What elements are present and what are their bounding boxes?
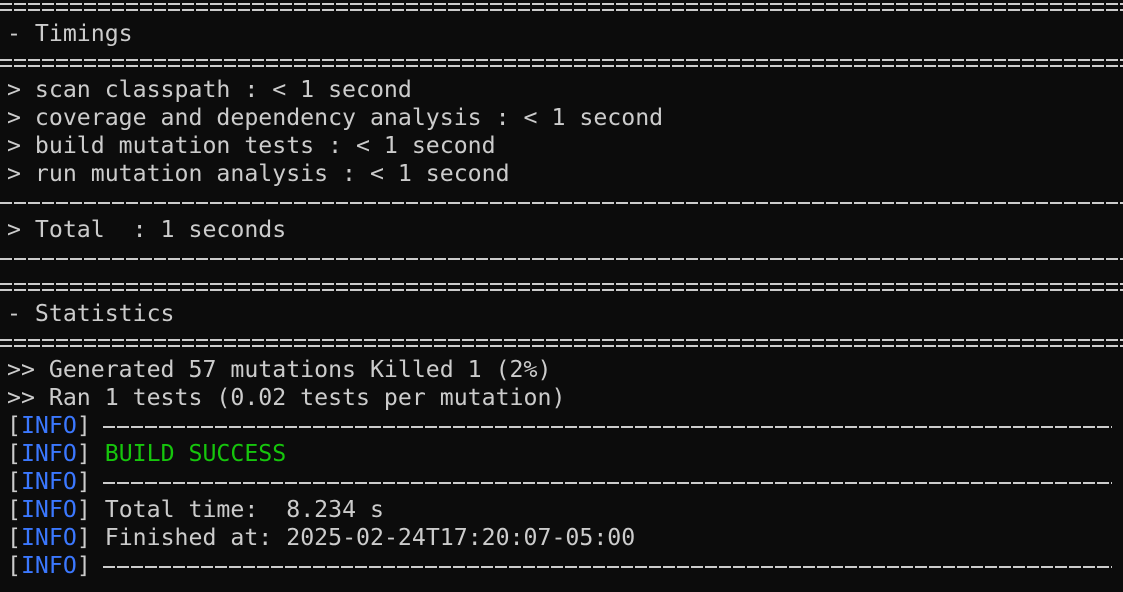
dash-rule: [0, 188, 1123, 216]
statistics-line: >> Generated 57 mutations Killed 1 (2%): [7, 356, 552, 383]
info-level: INFO: [20, 468, 77, 495]
total-time: Total time: 8.234 s: [104, 496, 384, 523]
terminal-output: - Timings > scan classpath : < 1 second …: [0, 0, 1123, 592]
info-build-status-line: [INFO] BUILD SUCCESS: [0, 440, 1123, 468]
info-level: INFO: [20, 524, 77, 551]
timing-line: > coverage and dependency analysis : < 1…: [7, 104, 664, 131]
info-total-time-line: [INFO] Total time: 8.234 s: [0, 496, 1123, 524]
info-separator-line: [INFO]: [0, 552, 1123, 580]
info-finished-at-line: [INFO] Finished at: 2025-02-24T17:20:07-…: [0, 524, 1123, 552]
info-tag: [INFO]: [7, 440, 91, 467]
finished-at: Finished at: 2025-02-24T17:20:07-05:00: [104, 524, 636, 551]
info-level: INFO: [20, 552, 77, 579]
timing-line: > build mutation tests : < 1 second: [7, 132, 496, 159]
info-tag: [INFO]: [7, 552, 91, 579]
statistics-header: - Statistics: [7, 300, 175, 327]
info-tag: [INFO]: [7, 496, 91, 523]
info-tag: [INFO]: [7, 524, 91, 551]
timings-header: - Timings: [7, 20, 133, 47]
info-tag: [INFO]: [7, 412, 91, 439]
timing-line: > run mutation analysis : < 1 second: [7, 160, 510, 187]
timing-line: > scan classpath : < 1 second: [7, 76, 412, 103]
info-separator-line: [INFO]: [0, 412, 1123, 440]
double-rule: [0, 0, 1123, 20]
dash-rule: [102, 552, 1112, 580]
info-separator-line: [INFO]: [0, 468, 1123, 496]
dash-rule: [0, 244, 1123, 272]
double-rule: [0, 48, 1123, 76]
double-rule: [0, 272, 1123, 300]
dash-rule: [102, 412, 1112, 440]
info-level: INFO: [20, 412, 77, 439]
build-status: BUILD SUCCESS: [104, 440, 287, 467]
info-level: INFO: [20, 496, 77, 523]
double-rule: [0, 328, 1123, 356]
dash-rule: [102, 468, 1112, 496]
info-level: INFO: [20, 440, 77, 467]
statistics-line: >> Ran 1 tests (0.02 tests per mutation): [7, 384, 566, 411]
timing-total: > Total : 1 seconds: [7, 216, 287, 243]
info-tag: [INFO]: [7, 468, 91, 495]
